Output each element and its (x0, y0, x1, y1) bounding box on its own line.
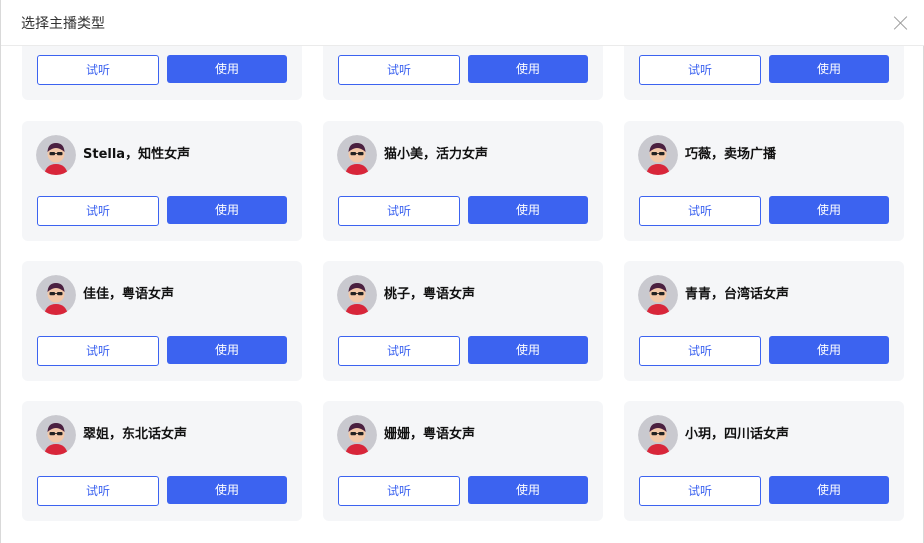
voice-card: 猫小美，活力女声 试听 使用 (323, 121, 603, 241)
voice-card: 试听 使用 (323, 46, 603, 100)
use-button[interactable]: 使用 (769, 55, 889, 83)
listen-button[interactable]: 试听 (639, 476, 761, 506)
dialog-header: 选择主播类型 (1, 0, 924, 46)
use-button[interactable]: 使用 (769, 476, 889, 504)
voice-name: Stella，知性女声 (83, 147, 191, 162)
use-button[interactable]: 使用 (167, 336, 287, 364)
use-button[interactable]: 使用 (167, 55, 287, 83)
voice-card: Stella，知性女声 试听 使用 (22, 121, 302, 241)
use-button[interactable]: 使用 (468, 336, 588, 364)
voice-card: 姗姗，粤语女声 试听 使用 (323, 401, 603, 521)
listen-button[interactable]: 试听 (37, 336, 159, 366)
listen-button[interactable]: 试听 (338, 336, 460, 366)
voice-name: 猫小美，活力女声 (384, 147, 489, 162)
voice-name: 佳佳，粤语女声 (83, 287, 175, 302)
voice-name: 青青，台湾话女声 (685, 287, 790, 302)
use-button[interactable]: 使用 (769, 336, 889, 364)
listen-button[interactable]: 试听 (37, 196, 159, 226)
use-button[interactable]: 使用 (167, 476, 287, 504)
listen-button[interactable]: 试听 (37, 55, 159, 85)
avatar (638, 135, 678, 175)
avatar (36, 275, 76, 315)
avatar (337, 135, 377, 175)
voice-card: 佳佳，粤语女声 试听 使用 (22, 261, 302, 381)
voice-name: 桃子，粤语女声 (384, 287, 476, 302)
listen-button[interactable]: 试听 (37, 476, 159, 506)
voice-name: 翠姐，东北话女声 (83, 427, 188, 442)
avatar (337, 415, 377, 455)
dialog-title: 选择主播类型 (21, 16, 105, 32)
voice-card: 试听 使用 (22, 46, 302, 100)
voice-card: 翠姐，东北话女声 试听 使用 (22, 401, 302, 521)
voice-name: 巧薇，卖场广播 (685, 147, 777, 162)
use-button[interactable]: 使用 (468, 196, 588, 224)
use-button[interactable]: 使用 (468, 476, 588, 504)
voice-card: 桃子，粤语女声 试听 使用 (323, 261, 603, 381)
listen-button[interactable]: 试听 (639, 336, 761, 366)
avatar (638, 275, 678, 315)
voice-card: 巧薇，卖场广播 试听 使用 (624, 121, 904, 241)
use-button[interactable]: 使用 (167, 196, 287, 224)
avatar (36, 415, 76, 455)
listen-button[interactable]: 试听 (639, 196, 761, 226)
voice-card: 青青，台湾话女声 试听 使用 (624, 261, 904, 381)
voice-name: 小玥，四川话女声 (685, 427, 790, 442)
avatar (36, 135, 76, 175)
listen-button[interactable]: 试听 (338, 55, 460, 85)
voice-list-scroll-area[interactable]: 试听 使用 试听 使用 试听 使用 Stella，知性女声 试听 使用 猫小美，… (1, 46, 924, 543)
close-icon[interactable] (893, 15, 909, 31)
voice-card: 试听 使用 (624, 46, 904, 100)
use-button[interactable]: 使用 (468, 55, 588, 83)
voice-card: 小玥，四川话女声 试听 使用 (624, 401, 904, 521)
use-button[interactable]: 使用 (769, 196, 889, 224)
voice-type-dialog: 选择主播类型 试听 使用 试听 使用 试听 使用 Stella，知性女声 试听 … (0, 0, 924, 543)
listen-button[interactable]: 试听 (639, 55, 761, 85)
voice-name: 姗姗，粤语女声 (384, 427, 476, 442)
avatar (337, 275, 377, 315)
listen-button[interactable]: 试听 (338, 476, 460, 506)
avatar (638, 415, 678, 455)
listen-button[interactable]: 试听 (338, 196, 460, 226)
